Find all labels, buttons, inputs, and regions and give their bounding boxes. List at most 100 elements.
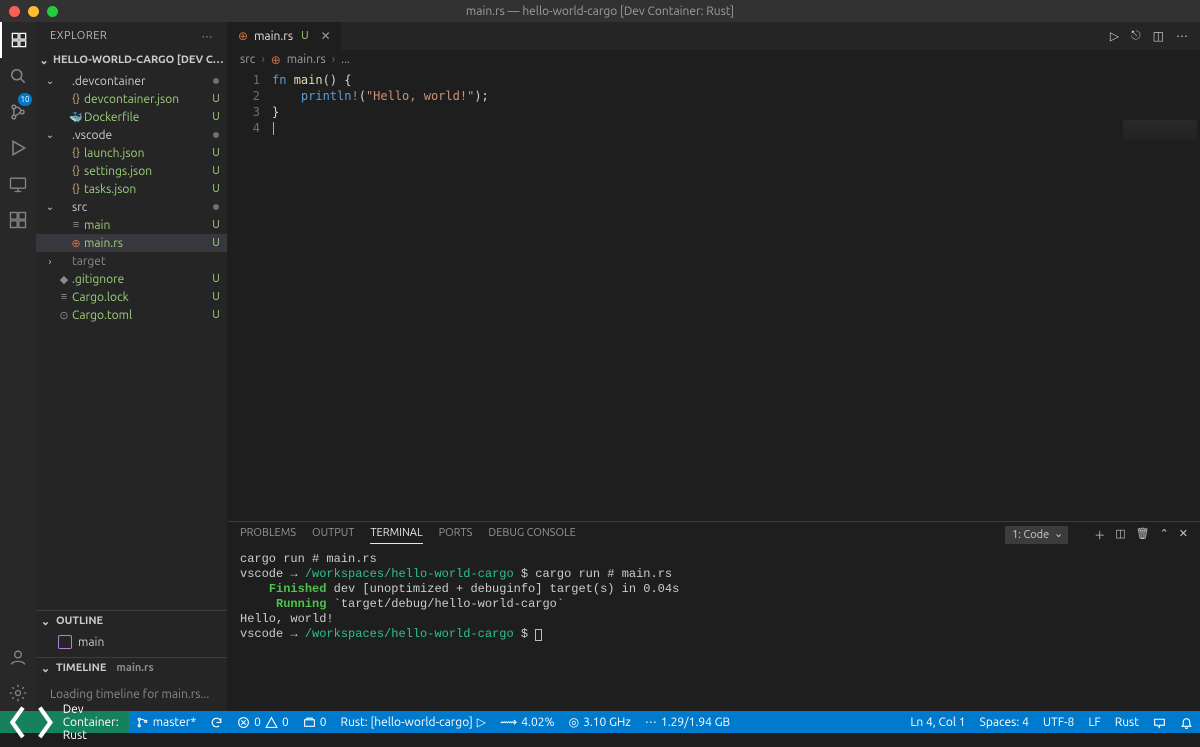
breadcrumb[interactable]: src › ⊕ main.rs › ...: [228, 50, 1200, 70]
split-terminal-icon[interactable]: ◫: [1115, 527, 1125, 543]
cpu-usage[interactable]: ⟿ 4.02%: [493, 711, 562, 733]
rust-analyzer-indicator[interactable]: 0: [296, 711, 334, 733]
file-Cargo.lock[interactable]: ≡Cargo.lockU: [36, 288, 227, 306]
minimize-window-button[interactable]: [28, 6, 39, 17]
code-content[interactable]: fn main() { println!("Hello, world!");}: [272, 70, 1200, 521]
close-panel-icon[interactable]: ✕: [1179, 527, 1188, 543]
search-icon[interactable]: [0, 58, 36, 94]
line-gutter: 1234: [228, 70, 272, 521]
editor-actions: ▷ ⎋ ◫ ⋯: [1110, 22, 1200, 50]
file-icon: {}: [68, 93, 84, 105]
tree-item-label: Cargo.toml: [72, 309, 211, 322]
pulse-icon: ⟿: [500, 715, 517, 729]
file-devcontainer.json[interactable]: {}devcontainer.jsonU: [36, 90, 227, 108]
git-status-badge: U: [211, 219, 221, 231]
run-debug-icon[interactable]: [0, 130, 36, 166]
eol[interactable]: LF: [1081, 711, 1107, 733]
more-actions-icon[interactable]: ⋯: [1176, 29, 1188, 43]
file-main.rs[interactable]: ⊕main.rsU: [36, 234, 227, 252]
accounts-icon[interactable]: [0, 639, 36, 675]
zoom-window-button[interactable]: [47, 6, 58, 17]
folder-src[interactable]: ⌄src: [36, 198, 227, 216]
split-editor-icon[interactable]: ◫: [1153, 29, 1164, 43]
timeline-file: main.rs: [116, 662, 153, 674]
title-bar: main.rs — hello-world-cargo [Dev Contain…: [0, 0, 1200, 22]
git-branch[interactable]: master*: [129, 711, 203, 733]
main-area: 10 EXPLORER ⋯ ⌄ HELLO-WORLD-CARGO [DEV C…: [0, 22, 1200, 711]
new-terminal-icon[interactable]: ＋: [1094, 527, 1105, 543]
breadcrumb-symbol[interactable]: ...: [341, 53, 350, 66]
git-status-badge: U: [211, 273, 221, 285]
problems-indicator[interactable]: 0 0: [230, 711, 296, 733]
file-Dockerfile[interactable]: 🐳DockerfileU: [36, 108, 227, 126]
outline-title: OUTLINE: [56, 615, 103, 627]
outline-symbol-main[interactable]: main: [36, 633, 227, 651]
git-compare-icon[interactable]: ⎋: [1131, 29, 1141, 43]
sync-icon[interactable]: [203, 711, 230, 733]
tab-main-rs[interactable]: ⊕ main.rs U ✕: [228, 22, 342, 50]
maximize-panel-icon[interactable]: ⌃: [1160, 527, 1169, 543]
language-mode[interactable]: Rust: [1108, 711, 1146, 733]
cpu-freq[interactable]: ◎ 3.10 GHz: [562, 711, 638, 733]
file-main[interactable]: ≡mainU: [36, 216, 227, 234]
explorer-icon[interactable]: [0, 22, 36, 58]
notifications-icon[interactable]: [1173, 711, 1200, 733]
panel-tab-debug[interactable]: DEBUG CONSOLE: [488, 527, 575, 543]
folder-target[interactable]: ›target: [36, 252, 227, 270]
encoding[interactable]: UTF-8: [1036, 711, 1081, 733]
folder-.devcontainer[interactable]: ⌄.devcontainer: [36, 72, 227, 90]
panel-tab-ports[interactable]: PORTS: [439, 527, 473, 543]
git-modified-dot-icon: [213, 78, 219, 84]
remote-explorer-icon[interactable]: [0, 166, 36, 202]
chevron-down-icon: ⌄: [39, 662, 52, 675]
folder-header[interactable]: ⌄ HELLO-WORLD-CARGO [DEV CONTAINER:...: [36, 50, 227, 70]
file-tasks.json[interactable]: {}tasks.jsonU: [36, 180, 227, 198]
cursor-position[interactable]: Ln 4, Col 1: [903, 711, 972, 733]
explorer-more-icon[interactable]: ⋯: [202, 30, 214, 43]
timeline-header[interactable]: ⌄ TIMELINE main.rs: [36, 658, 227, 678]
feedback-icon[interactable]: [1146, 711, 1173, 733]
breadcrumb-file[interactable]: main.rs: [287, 53, 326, 66]
tree-item-label: tasks.json: [84, 183, 211, 196]
errors-count: 0: [254, 716, 261, 729]
tree-item-label: Cargo.lock: [72, 291, 211, 304]
panel-tab-terminal[interactable]: TERMINAL: [370, 527, 422, 544]
warnings-count: 0: [282, 716, 289, 729]
breadcrumb-folder[interactable]: src: [240, 53, 255, 66]
file-launch.json[interactable]: {}launch.jsonU: [36, 144, 227, 162]
file-.gitignore[interactable]: ◆.gitignoreU: [36, 270, 227, 288]
outline-header[interactable]: ⌄ OUTLINE: [36, 611, 227, 631]
run-icon[interactable]: ▷: [1110, 29, 1119, 43]
memory-usage[interactable]: ⋯ 1.29/1.94 GB: [638, 711, 737, 733]
terminal-picker[interactable]: 1: Code: [1005, 526, 1068, 544]
terminal-content[interactable]: cargo run # main.rsvscode → /workspaces/…: [228, 548, 1200, 711]
tree-item-label: target: [72, 255, 221, 268]
rust-file-icon: ⊕: [238, 29, 248, 43]
minimap[interactable]: [1123, 120, 1197, 140]
panel-tab-problems[interactable]: PROBLEMS: [240, 527, 296, 543]
extensions-icon[interactable]: [0, 202, 36, 238]
cpu-label: 4.02%: [521, 716, 554, 729]
file-icon: ⊙: [56, 309, 72, 322]
source-control-badge: 10: [18, 93, 32, 106]
symbol-function-icon: [58, 635, 72, 649]
remote-indicator[interactable]: Dev Container: Rust: [0, 711, 129, 733]
activity-bar: [0, 22, 36, 711]
close-window-button[interactable]: [9, 6, 20, 17]
close-tab-icon[interactable]: ✕: [321, 29, 331, 43]
file-Cargo.toml[interactable]: ⊙Cargo.tomlU: [36, 306, 227, 324]
indentation[interactable]: Spaces: 4: [973, 711, 1036, 733]
editor-body[interactable]: 1234 fn main() { println!("Hello, world!…: [228, 70, 1200, 521]
ghz-label: 3.10 GHz: [583, 716, 631, 729]
file-icon: {}: [68, 165, 84, 177]
rust-target[interactable]: Rust: [hello-world-cargo] ▷: [334, 711, 494, 733]
folder-.vscode[interactable]: ⌄.vscode: [36, 126, 227, 144]
twisty-icon: ⌄: [44, 129, 56, 141]
git-status-badge: U: [211, 111, 221, 123]
panel-tab-output[interactable]: OUTPUT: [312, 527, 354, 543]
twisty-icon: ⌄: [44, 201, 56, 213]
chevron-right-icon: ›: [332, 53, 335, 66]
kill-terminal-icon[interactable]: 🗑: [1136, 527, 1150, 543]
editor-group: ⊕ main.rs U ✕ ▷ ⎋ ◫ ⋯ src › ⊕ main.rs › …: [228, 22, 1200, 711]
file-settings.json[interactable]: {}settings.jsonU: [36, 162, 227, 180]
